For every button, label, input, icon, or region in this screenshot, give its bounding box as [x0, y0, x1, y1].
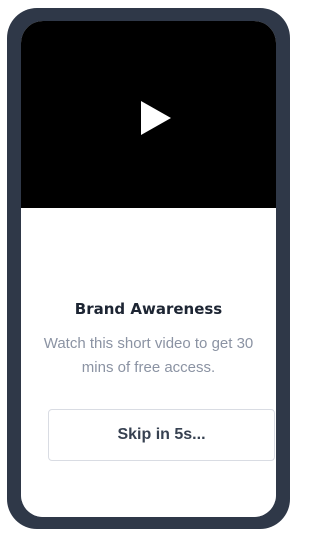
play-icon[interactable] [139, 101, 173, 135]
phone-screen: Brand Awareness Watch this short video t… [21, 21, 276, 517]
ad-content: Brand Awareness Watch this short video t… [21, 208, 276, 517]
ad-description: Watch this short video to get 30 mins of… [43, 335, 254, 376]
phone-frame: Brand Awareness Watch this short video t… [7, 8, 290, 529]
ad-title: Brand Awareness [74, 300, 223, 318]
video-player[interactable] [21, 21, 276, 208]
skip-button[interactable]: Skip in 5s... [48, 409, 275, 461]
